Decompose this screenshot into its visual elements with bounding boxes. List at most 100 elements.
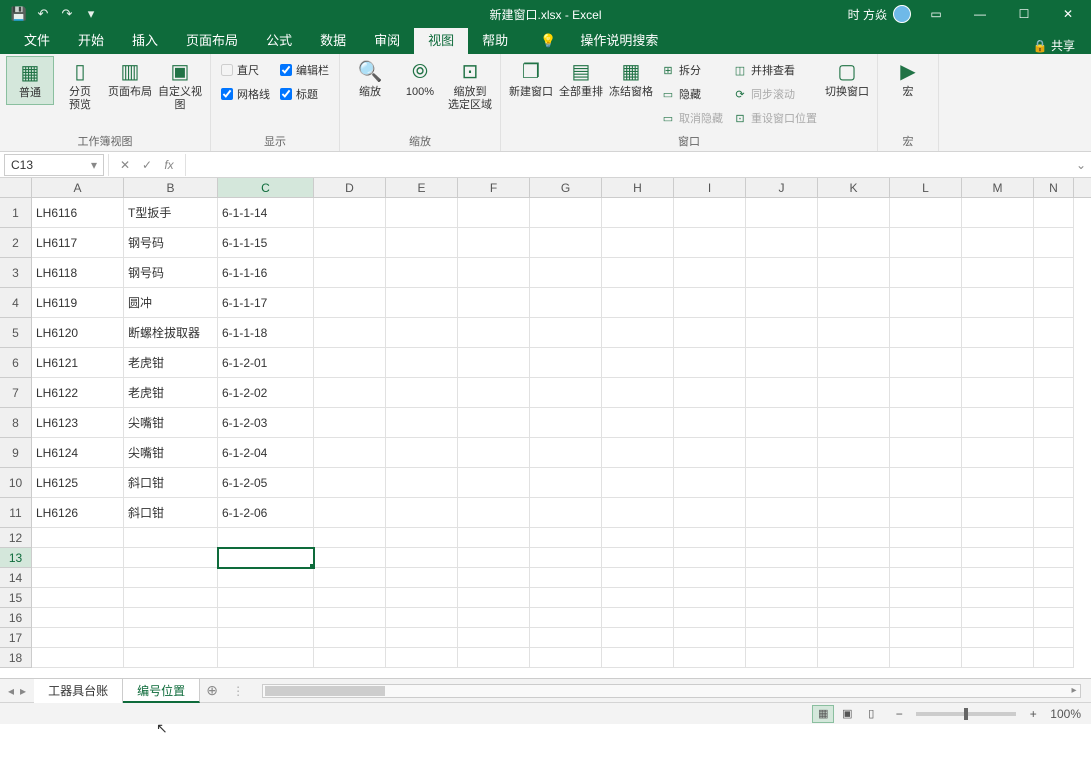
cell-A17[interactable]: [32, 628, 124, 648]
column-header-E[interactable]: E: [386, 178, 458, 197]
accept-formula-icon[interactable]: ✓: [137, 158, 157, 172]
new-window-button[interactable]: ❐新建窗口: [507, 56, 555, 103]
cell-L14[interactable]: [890, 568, 962, 588]
select-all-corner[interactable]: [0, 178, 32, 197]
normal-view-button[interactable]: ▦普通: [6, 56, 54, 105]
cell-N14[interactable]: [1034, 568, 1074, 588]
cell-B11[interactable]: 斜口钳: [124, 498, 218, 528]
cell-H16[interactable]: [602, 608, 674, 628]
cell-H5[interactable]: [602, 318, 674, 348]
cell-D2[interactable]: [314, 228, 386, 258]
cell-J2[interactable]: [746, 228, 818, 258]
cell-H15[interactable]: [602, 588, 674, 608]
cell-L9[interactable]: [890, 438, 962, 468]
name-box[interactable]: C13▾: [4, 154, 104, 176]
cell-B7[interactable]: 老虎钳: [124, 378, 218, 408]
cell-H9[interactable]: [602, 438, 674, 468]
cell-E15[interactable]: [386, 588, 458, 608]
cell-M17[interactable]: [962, 628, 1034, 648]
cell-D11[interactable]: [314, 498, 386, 528]
cell-D6[interactable]: [314, 348, 386, 378]
cell-I5[interactable]: [674, 318, 746, 348]
cell-D14[interactable]: [314, 568, 386, 588]
cell-E8[interactable]: [386, 408, 458, 438]
pagelayout-view-icon[interactable]: ▣: [836, 705, 858, 723]
cell-C5[interactable]: 6-1-1-18: [218, 318, 314, 348]
cell-H12[interactable]: [602, 528, 674, 548]
cell-C12[interactable]: [218, 528, 314, 548]
cell-F7[interactable]: [458, 378, 530, 408]
cell-E14[interactable]: [386, 568, 458, 588]
cell-N11[interactable]: [1034, 498, 1074, 528]
cell-J3[interactable]: [746, 258, 818, 288]
cell-E10[interactable]: [386, 468, 458, 498]
cell-E11[interactable]: [386, 498, 458, 528]
headings-checkbox[interactable]: 标题: [276, 84, 333, 104]
cell-H14[interactable]: [602, 568, 674, 588]
cell-I10[interactable]: [674, 468, 746, 498]
cell-D7[interactable]: [314, 378, 386, 408]
cell-B10[interactable]: 斜口钳: [124, 468, 218, 498]
cell-B15[interactable]: [124, 588, 218, 608]
cell-H2[interactable]: [602, 228, 674, 258]
cell-F15[interactable]: [458, 588, 530, 608]
cell-M12[interactable]: [962, 528, 1034, 548]
cell-J15[interactable]: [746, 588, 818, 608]
cell-I6[interactable]: [674, 348, 746, 378]
minimize-button[interactable]: —: [961, 0, 999, 28]
cell-L11[interactable]: [890, 498, 962, 528]
cell-C1[interactable]: 6-1-1-14: [218, 198, 314, 228]
cell-E12[interactable]: [386, 528, 458, 548]
cell-B1[interactable]: T型扳手: [124, 198, 218, 228]
cell-N2[interactable]: [1034, 228, 1074, 258]
row-header-11[interactable]: 11: [0, 498, 32, 528]
column-header-J[interactable]: J: [746, 178, 818, 197]
pagelayout-button[interactable]: ▥页面布局: [106, 56, 154, 103]
cell-A11[interactable]: LH6126: [32, 498, 124, 528]
custom-view-button[interactable]: ▣自定义视图: [156, 56, 204, 116]
cell-C11[interactable]: 6-1-2-06: [218, 498, 314, 528]
cell-F2[interactable]: [458, 228, 530, 258]
cell-G18[interactable]: [530, 648, 602, 668]
cell-F1[interactable]: [458, 198, 530, 228]
zoom-in-button[interactable]: +: [1026, 707, 1040, 721]
cell-K1[interactable]: [818, 198, 890, 228]
cell-B17[interactable]: [124, 628, 218, 648]
cell-E5[interactable]: [386, 318, 458, 348]
cell-G17[interactable]: [530, 628, 602, 648]
cell-E3[interactable]: [386, 258, 458, 288]
cell-D17[interactable]: [314, 628, 386, 648]
macro-button[interactable]: ▶宏: [884, 56, 932, 103]
cell-I14[interactable]: [674, 568, 746, 588]
column-header-C[interactable]: C: [218, 178, 314, 197]
cell-K13[interactable]: [818, 548, 890, 568]
cell-A14[interactable]: [32, 568, 124, 588]
pagebreak-view-icon[interactable]: ▯: [860, 705, 882, 723]
cell-G16[interactable]: [530, 608, 602, 628]
cell-J8[interactable]: [746, 408, 818, 438]
cell-B16[interactable]: [124, 608, 218, 628]
zoom-selection-button[interactable]: ⊡缩放到 选定区域: [446, 56, 494, 116]
cell-B13[interactable]: [124, 548, 218, 568]
row-header-15[interactable]: 15: [0, 588, 32, 608]
cell-F14[interactable]: [458, 568, 530, 588]
cell-E7[interactable]: [386, 378, 458, 408]
zoom-100-button[interactable]: ⦾100%: [396, 56, 444, 103]
share-button[interactable]: 🔒 共享: [1033, 37, 1091, 54]
cell-E17[interactable]: [386, 628, 458, 648]
cell-E18[interactable]: [386, 648, 458, 668]
cell-C13[interactable]: [218, 548, 314, 568]
cell-M7[interactable]: [962, 378, 1034, 408]
cell-F17[interactable]: [458, 628, 530, 648]
row-header-12[interactable]: 12: [0, 528, 32, 548]
cell-D18[interactable]: [314, 648, 386, 668]
cell-J14[interactable]: [746, 568, 818, 588]
cell-G13[interactable]: [530, 548, 602, 568]
cell-K15[interactable]: [818, 588, 890, 608]
row-header-4[interactable]: 4: [0, 288, 32, 318]
cell-K18[interactable]: [818, 648, 890, 668]
cell-A8[interactable]: LH6123: [32, 408, 124, 438]
cell-K17[interactable]: [818, 628, 890, 648]
cell-I7[interactable]: [674, 378, 746, 408]
cell-F18[interactable]: [458, 648, 530, 668]
